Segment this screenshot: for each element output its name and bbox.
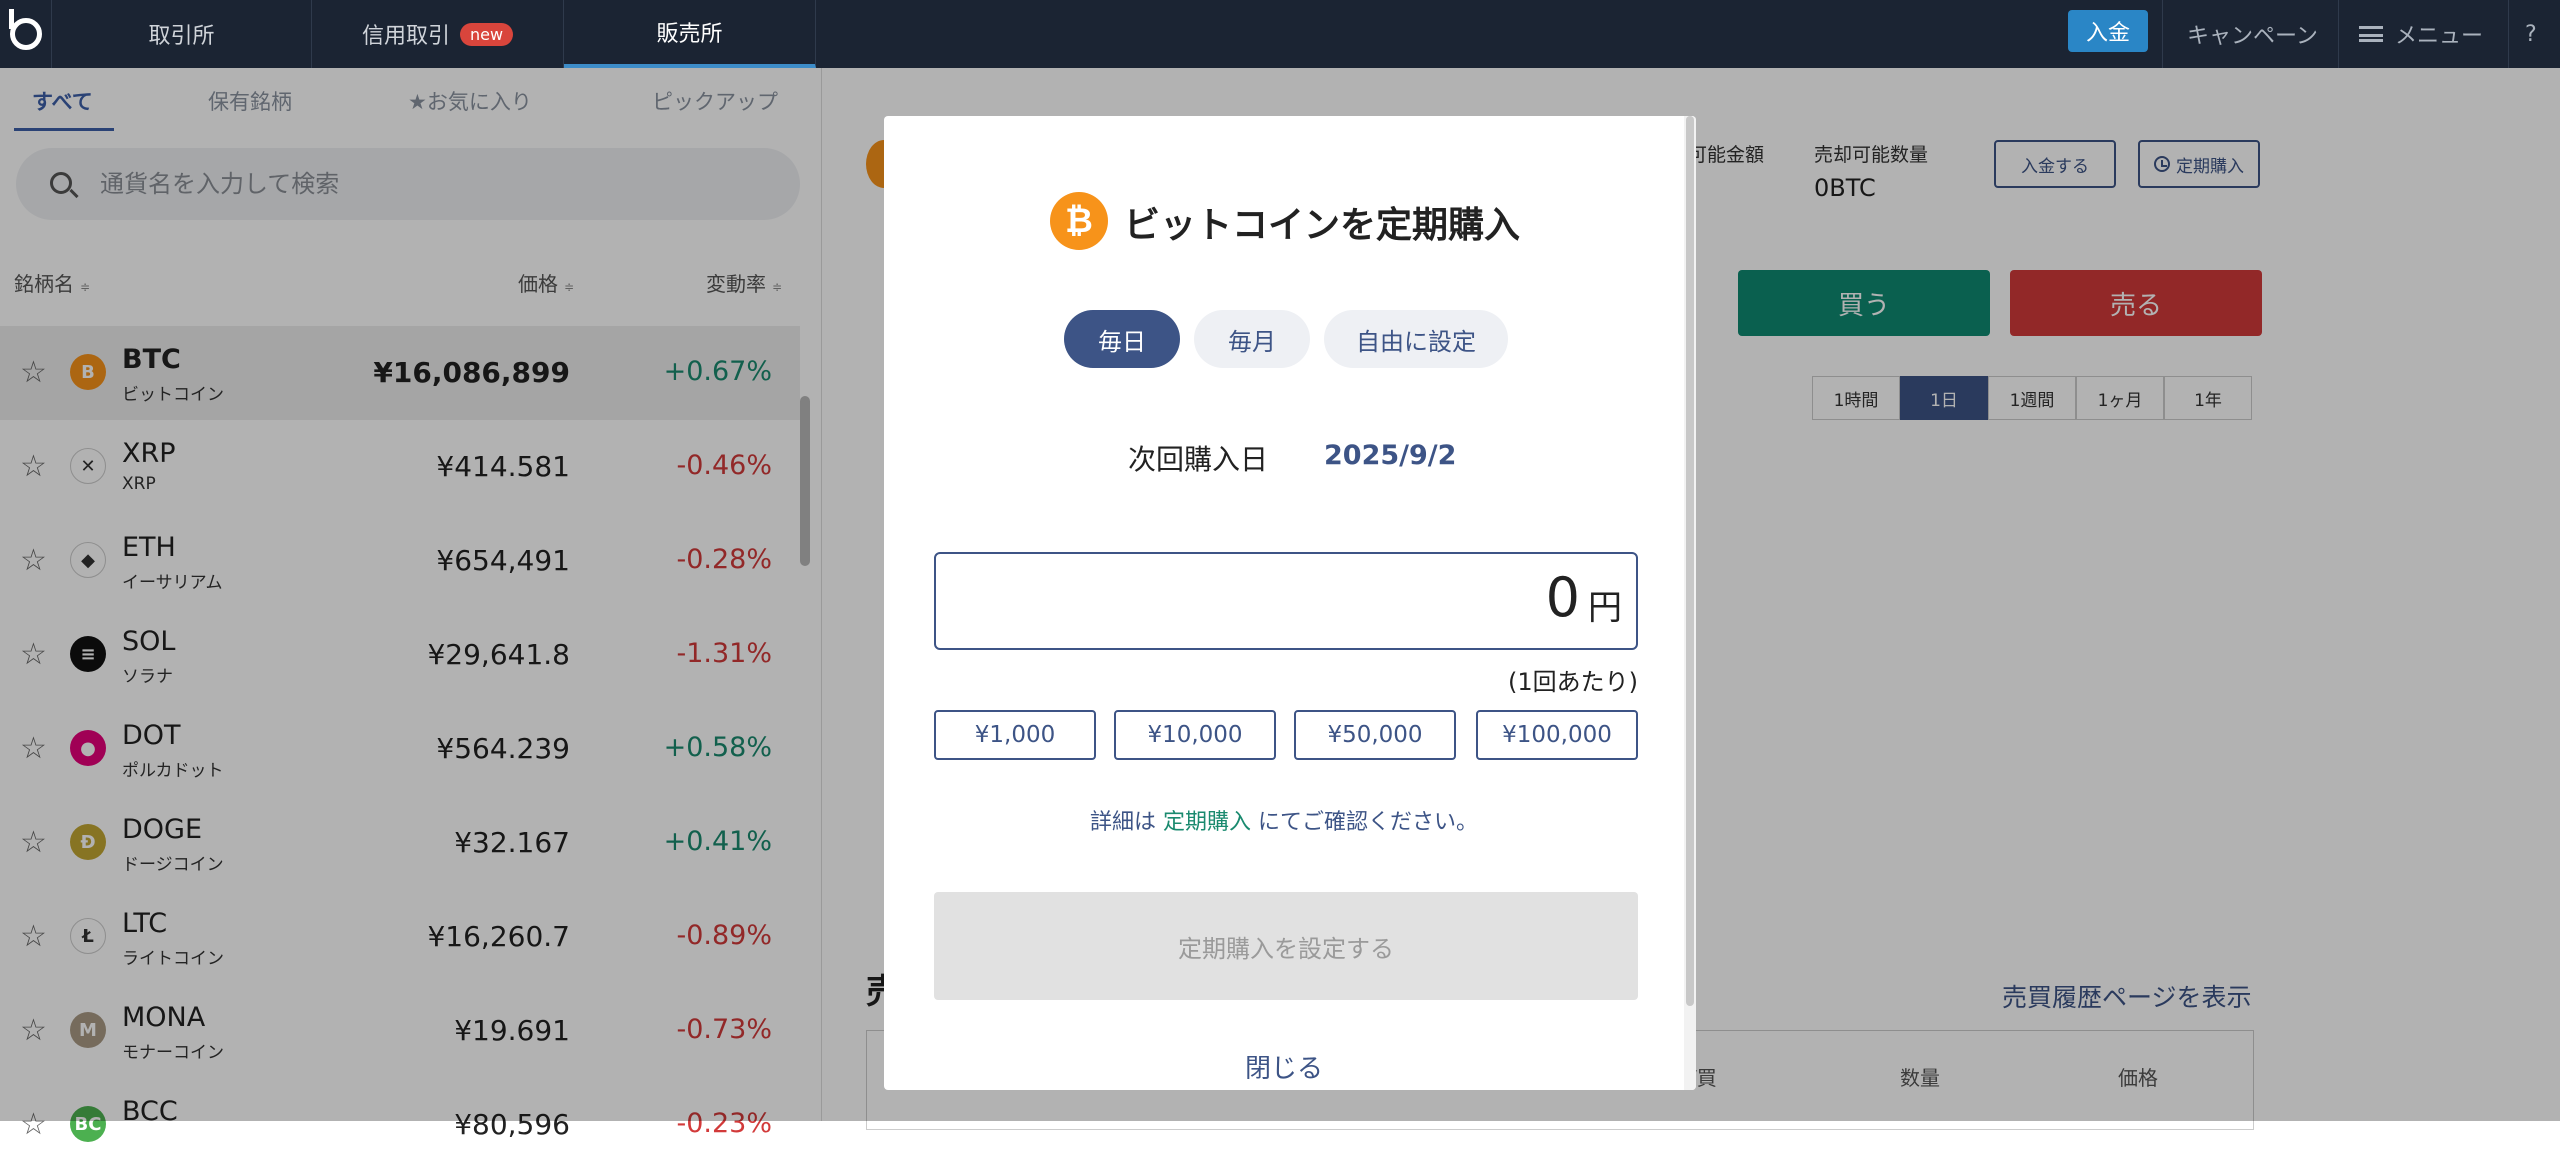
dialog-title: ビットコインを定期購入 — [1124, 205, 1521, 246]
frequency-daily[interactable]: 毎日 — [1064, 310, 1180, 368]
campaign-link[interactable]: キャンペーン — [2162, 0, 2348, 68]
tab-margin[interactable]: 信用取引 new — [312, 0, 564, 68]
tab-margin-label: 信用取引 — [361, 24, 450, 49]
hamburger-icon — [2359, 26, 2383, 42]
menu-label: メニュー — [2395, 24, 2484, 49]
tab-sales-office[interactable]: 販売所 — [564, 0, 816, 68]
tab-exchange[interactable]: 取引所 — [52, 0, 312, 68]
recurring-purchase-link[interactable]: 定期購入 — [1163, 810, 1251, 835]
campaign-label: キャンペーン — [2187, 24, 2318, 49]
quick-amount-100000[interactable]: ¥100,000 — [1476, 710, 1638, 760]
dialog-scroll-thumb[interactable] — [1686, 116, 1694, 1006]
next-purchase-label: 次回購入日 — [1128, 443, 1269, 476]
dialog-scrollbar[interactable] — [1684, 116, 1696, 1090]
top-navigation-bar: 取引所 信用取引 new 販売所 入金 キャンペーン メニュー ? — [0, 0, 2560, 68]
frequency-custom[interactable]: 自由に設定 — [1324, 310, 1508, 368]
menu-button[interactable]: メニュー — [2338, 0, 2510, 68]
app-logo[interactable] — [0, 0, 52, 68]
amount-value: 0 — [1545, 566, 1580, 629]
tab-exchange-label: 取引所 — [148, 24, 215, 49]
set-recurring-purchase-button[interactable]: 定期購入を設定する — [934, 892, 1638, 1000]
deposit-button[interactable]: 入金 — [2068, 10, 2148, 52]
logo-icon — [8, 9, 42, 50]
quick-amount-50000[interactable]: ¥50,000 — [1294, 710, 1456, 760]
tab-sales-office-label: 販売所 — [656, 22, 723, 47]
amount-field[interactable]: 0 円 — [934, 552, 1638, 650]
note-suffix: にてご確認ください。 — [1258, 810, 1479, 835]
help-icon[interactable]: ? — [2508, 0, 2560, 68]
next-purchase-date: 2025/9/2 — [1324, 440, 1457, 471]
recurring-purchase-dialog: ₿ ビットコインを定期購入 毎日 毎月 自由に設定 次回購入日 2025/9/2… — [884, 116, 1696, 1090]
amount-unit: 円 — [1588, 588, 1622, 628]
close-button[interactable]: 閉じる — [884, 1048, 1684, 1085]
quick-amount-10000[interactable]: ¥10,000 — [1114, 710, 1276, 760]
note-prefix: 詳細は — [1089, 810, 1156, 835]
new-badge: new — [459, 22, 514, 46]
bitcoin-icon: ₿ — [1050, 192, 1108, 250]
details-note: 詳細は 定期購入 にてご確認ください。 — [884, 804, 1684, 836]
per-purchase-note: (1回あたり) — [1508, 668, 1638, 696]
quick-amount-1000[interactable]: ¥1,000 — [934, 710, 1096, 760]
frequency-monthly[interactable]: 毎月 — [1194, 310, 1310, 368]
